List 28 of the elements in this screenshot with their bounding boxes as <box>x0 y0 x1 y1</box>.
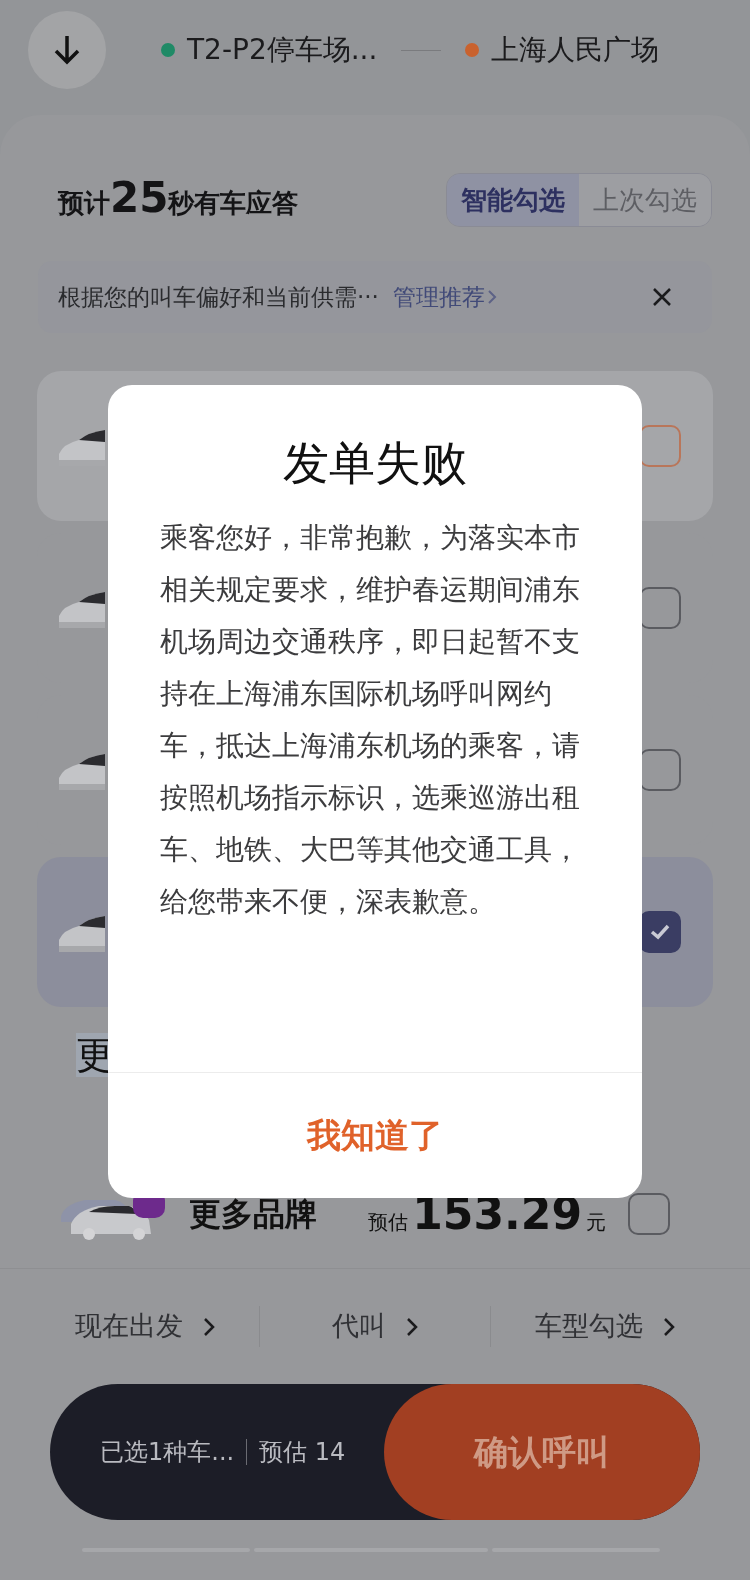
checkbox[interactable] <box>639 911 681 953</box>
dialog-message: 乘客您好，非常抱歉，为落实本市相关规定要求，维护春运期间浦东机场周边交通秩序，即日起暂不支持在上海浦东国际机场呼叫网约车，抵达上海浦东机场的乘客，请按照机场指示标识，选乘巡游出租车、地铁、大巴等其他交通工具，给您带来不便，深表歉意。 <box>160 520 581 920</box>
brand-name: 更多品牌 <box>189 1193 317 1235</box>
option-link[interactable]: 代叫 <box>332 1306 418 1347</box>
chevron-right-icon <box>202 1316 215 1337</box>
dialog-title: 发单失败 <box>283 435 467 492</box>
tab[interactable]: 智能勾选 <box>447 174 579 226</box>
chevron-right-icon <box>486 289 497 305</box>
chevron-right-icon <box>406 1316 418 1337</box>
start-location[interactable]: T2-P2停车场... <box>187 29 378 71</box>
option-link[interactable]: 车型勾选 <box>535 1306 676 1347</box>
estimate-label: 预估 <box>368 1208 409 1236</box>
eta-label: 预计 <box>58 188 110 220</box>
notice-text: 根据您的叫车偏好和当前供需··· <box>58 282 379 312</box>
estimate-summary: 预估 14 <box>259 1437 346 1468</box>
close-icon[interactable] <box>652 287 672 307</box>
currency-unit: 元 <box>586 1208 606 1236</box>
option-link[interactable]: 现在出发 <box>74 1306 215 1347</box>
manage-link[interactable]: 管理推荐 <box>392 279 485 315</box>
confirm-call-button[interactable]: 确认呼叫 <box>384 1384 700 1520</box>
eta-seconds: 25 <box>110 177 169 219</box>
tab[interactable]: 上次勾选 <box>579 174 711 226</box>
selected-summary: 已选1种车... <box>100 1437 235 1468</box>
chevron-right-icon <box>663 1316 676 1337</box>
end-location[interactable]: 上海人民广场 <box>491 29 660 71</box>
acknowledge-button[interactable]: 我知道了 <box>307 1110 443 1161</box>
eta-label: 秒有车应答 <box>168 187 299 220</box>
check-icon <box>649 923 671 941</box>
